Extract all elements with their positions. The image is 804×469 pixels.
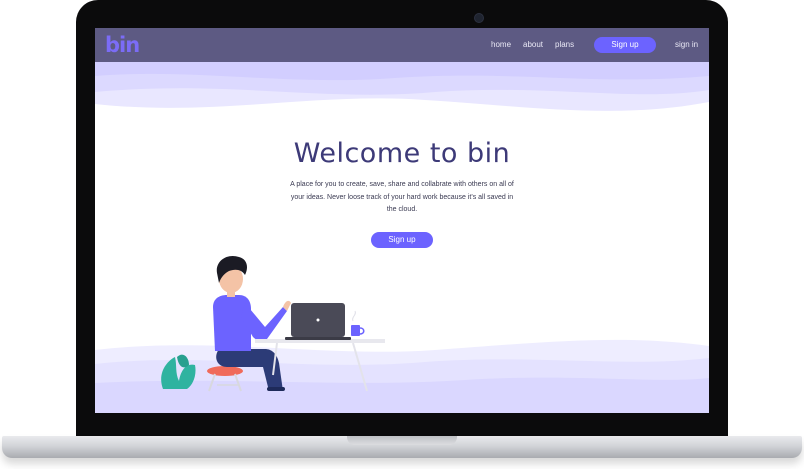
- nav-link-about[interactable]: about: [523, 39, 543, 51]
- nav-signin-link[interactable]: sign in: [675, 39, 698, 51]
- laptop-notch: [347, 436, 457, 445]
- hero-signup-button[interactable]: Sign up: [371, 232, 433, 248]
- top-wave-decoration: [95, 62, 709, 122]
- logo[interactable]: bin: [105, 32, 140, 58]
- nav-link-home[interactable]: home: [491, 39, 511, 51]
- camera-icon: [474, 13, 484, 23]
- website-screen: bin home about plans Sign up sign in Wel…: [95, 28, 709, 413]
- person-at-desk-illustration: [161, 255, 385, 392]
- nav-link-plans[interactable]: plans: [555, 39, 574, 51]
- laptop-mockup: bin home about plans Sign up sign in Wel…: [0, 0, 804, 469]
- laptop-icon: [285, 303, 351, 340]
- nav-signup-button[interactable]: Sign up: [594, 37, 656, 53]
- hero-description: A place for you to create, save, share a…: [290, 181, 514, 213]
- nav-bar: bin home about plans Sign up sign in: [95, 28, 709, 62]
- mug-icon: [351, 310, 365, 336]
- plant-icon: [161, 354, 196, 389]
- hero-title: Welcome to bin: [293, 138, 511, 169]
